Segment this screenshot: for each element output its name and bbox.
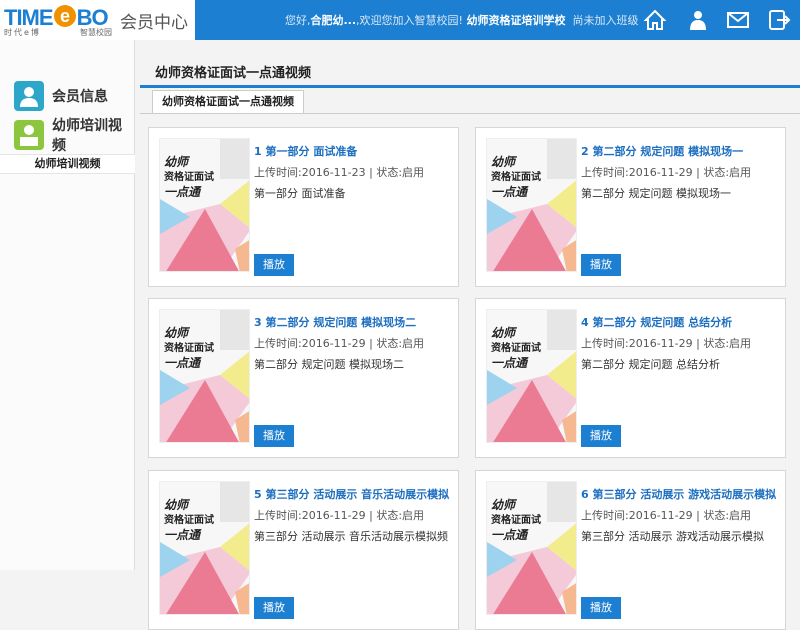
video-training-icon [14, 120, 44, 150]
video-description: 第三部分 活动展示 音乐活动展示模拟频 [254, 530, 448, 543]
video-description: 第二部分 规定问题 模拟现场二 [254, 358, 404, 371]
thumbnail-text: 幼师 资格证面试 一点通 [491, 498, 541, 542]
user-name[interactable]: 合肥幼... [311, 14, 357, 27]
user-icon [14, 81, 44, 111]
play-button[interactable]: 播放 [254, 254, 294, 276]
video-title-link[interactable]: 3 第二部分 规定问题 模拟现场二 [254, 314, 416, 330]
class-status: 尚未加入班级 [572, 14, 639, 27]
video-card: 幼师 资格证面试 一点通 4 第二部分 规定问题 总结分析 上传时间:2016-… [475, 298, 786, 458]
video-thumbnail[interactable]: 幼师 资格证面试 一点通 [159, 309, 250, 443]
logo-area[interactable]: TIME e BO 时代e博 智慧校园 会员中心 [0, 0, 195, 40]
play-button[interactable]: 播放 [581, 254, 621, 276]
video-thumbnail[interactable]: 幼师 资格证面试 一点通 [159, 138, 250, 272]
play-button[interactable]: 播放 [581, 425, 621, 447]
video-description: 第二部分 规定问题 总结分析 [581, 358, 720, 371]
title-divider [140, 85, 800, 88]
video-card: 幼师 资格证面试 一点通 6 第三部分 活动展示 游戏活动展示模拟 上传时间:2… [475, 470, 786, 630]
thumbnail-text: 幼师 资格证面试 一点通 [491, 155, 541, 199]
tab-interview-video[interactable]: 幼师资格证面试一点通视频 [152, 90, 304, 114]
thumbnail-text: 幼师 资格证面试 一点通 [164, 498, 214, 542]
video-card: 幼师 资格证面试 一点通 2 第二部分 规定问题 模拟现场一 上传时间:2016… [475, 127, 786, 287]
video-meta: 上传时间:2016-11-29 | 状态:启用 [581, 166, 752, 179]
video-card: 幼师 资格证面试 一点通 5 第三部分 活动展示 音乐活动展示模拟 上传时间:2… [148, 470, 459, 630]
user-icon[interactable] [686, 8, 710, 32]
sidebar-item-member-info[interactable]: 会员信息 [14, 80, 108, 112]
video-thumbnail[interactable]: 幼师 资格证面试 一点通 [486, 309, 577, 443]
play-button[interactable]: 播放 [254, 597, 294, 619]
video-title-link[interactable]: 2 第二部分 规定问题 模拟现场一 [581, 143, 743, 159]
page-title: 幼师资格证面试一点通视频 [155, 66, 312, 81]
logo-subtitle-2: 智慧校园 [80, 28, 112, 37]
video-description: 第三部分 活动展示 游戏活动展示模拟 [581, 530, 764, 543]
thumbnail-text: 幼师 资格证面试 一点通 [491, 326, 541, 370]
sidebar: 会员信息 幼师培训视频 幼师培训视频 [0, 40, 135, 570]
logout-icon[interactable] [767, 8, 791, 32]
school-name[interactable]: 幼师资格证培训学校 [466, 14, 565, 27]
main-content: 幼师资格证面试一点通视频 幼师资格证面试一点通视频 幼师 资格证面试 一点通 1… [135, 40, 800, 630]
logo-subtitle: 时代e博 [4, 28, 41, 37]
sidebar-item-label: 会员信息 [52, 89, 108, 105]
video-card: 幼师 资格证面试 一点通 1 第一部分 面试准备 上传时间:2016-11-23… [148, 127, 459, 287]
play-button[interactable]: 播放 [581, 597, 621, 619]
video-meta: 上传时间:2016-11-23 | 状态:启用 [254, 166, 425, 179]
video-title-link[interactable]: 4 第二部分 规定问题 总结分析 [581, 314, 732, 330]
video-thumbnail[interactable]: 幼师 资格证面试 一点通 [486, 138, 577, 272]
top-bar: TIME e BO 时代e博 智慧校园 会员中心 您好,合肥幼...,欢迎您加入智慧… [0, 0, 800, 40]
video-meta: 上传时间:2016-11-29 | 状态:启用 [581, 337, 752, 350]
sidebar-item-training-video[interactable]: 幼师培训视频 [14, 118, 134, 154]
thumbnail-text: 幼师 资格证面试 一点通 [164, 326, 214, 370]
home-icon[interactable] [643, 8, 667, 32]
member-center-title: 会员中心 [120, 13, 188, 33]
greeting: 您好,合肥幼...,欢迎您加入智慧校园! 幼师资格证培训学校 尚未加入班级 [285, 14, 639, 27]
video-description: 第二部分 规定问题 模拟现场一 [581, 187, 731, 200]
video-thumbnail[interactable]: 幼师 资格证面试 一点通 [486, 481, 577, 615]
thumbnail-text: 幼师 资格证面试 一点通 [164, 155, 214, 199]
tab-divider [140, 113, 800, 114]
video-thumbnail[interactable]: 幼师 资格证面试 一点通 [159, 481, 250, 615]
sidebar-item-label: 幼师培训视频 [52, 118, 122, 154]
video-meta: 上传时间:2016-11-29 | 状态:启用 [254, 337, 425, 350]
video-meta: 上传时间:2016-11-29 | 状态:启用 [581, 509, 752, 522]
video-title-link[interactable]: 6 第三部分 活动展示 游戏活动展示模拟 [581, 486, 776, 502]
video-description: 第一部分 面试准备 [254, 187, 346, 200]
video-title-link[interactable]: 1 第一部分 面试准备 [254, 143, 357, 159]
sidebar-subitem-training-video[interactable]: 幼师培训视频 [0, 154, 135, 174]
video-title-link[interactable]: 5 第三部分 活动展示 音乐活动展示模拟 [254, 486, 449, 502]
video-card: 幼师 资格证面试 一点通 3 第二部分 规定问题 模拟现场二 上传时间:2016… [148, 298, 459, 458]
mail-icon[interactable] [726, 8, 750, 32]
video-meta: 上传时间:2016-11-29 | 状态:启用 [254, 509, 425, 522]
play-button[interactable]: 播放 [254, 425, 294, 447]
